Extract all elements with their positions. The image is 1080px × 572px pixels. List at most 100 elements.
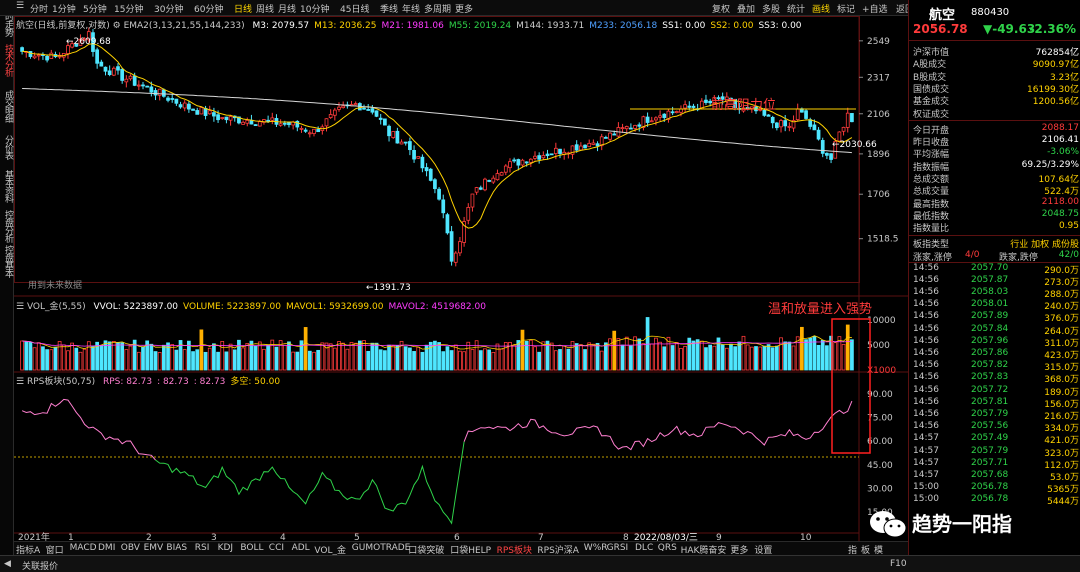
- volume-bar: [816, 344, 821, 371]
- volume-bar: [762, 345, 767, 371]
- indicator-tab-9[interactable]: BOLL: [240, 543, 263, 553]
- period-tab-1[interactable]: 1分钟: [52, 2, 76, 15]
- volume-bar: [428, 341, 433, 371]
- indicator-tab-3[interactable]: DMI: [98, 543, 115, 553]
- indicator-tab-11[interactable]: ADL: [292, 543, 310, 553]
- indicator-tab-20[interactable]: DLC: [635, 543, 653, 553]
- indicator-tab-2[interactable]: MACD: [70, 543, 97, 553]
- indicator-tab-19[interactable]: GRSI: [607, 543, 629, 553]
- period-tab-9[interactable]: 10分钟: [300, 2, 329, 15]
- toolbar-button-0[interactable]: 复权: [712, 2, 730, 15]
- stat-value: 0.95: [1058, 221, 1079, 232]
- toolbar-button-2[interactable]: 多股: [762, 2, 780, 15]
- volume-bar: [587, 342, 592, 371]
- indicator-tab-13[interactable]: GUMOTRADE: [352, 543, 411, 553]
- stat-row: 昨日收盘 2106.41: [913, 135, 1079, 148]
- indicator-tab-6[interactable]: BIAS: [166, 543, 187, 553]
- period-tab-3[interactable]: 15分钟: [114, 2, 143, 15]
- volume-bar: [57, 341, 62, 371]
- period-tab-4[interactable]: 30分钟: [154, 2, 183, 15]
- period-tab-7[interactable]: 周线: [256, 2, 274, 15]
- chart-area[interactable]: 2549 2317 2106 1896 1706 1518.5 ←2609.68 ←1391.…: [14, 16, 908, 543]
- tick-row: 14:56 2057.86 423.0万: [913, 348, 1079, 361]
- volume-bar: [387, 344, 391, 371]
- period-tab-10[interactable]: 45日线: [340, 2, 369, 15]
- volume-bar: [595, 342, 600, 371]
- period-tab-5[interactable]: 60分钟: [194, 2, 223, 15]
- volume-bar: [49, 349, 54, 371]
- toolbar-button-3[interactable]: 统计: [787, 2, 805, 15]
- indicator-tab-21[interactable]: QRS: [658, 543, 677, 553]
- volume-bar: [604, 342, 608, 371]
- candle-body: [111, 67, 116, 76]
- tick-row: 14:56 2057.82 315.0万: [913, 360, 1079, 373]
- left-tab-strip: 分时走势 技术分析 成交明细 分价表 基本资料 控盘分析 控盘基本: [0, 0, 14, 572]
- candle-body: [558, 148, 562, 154]
- volume-bar: [699, 340, 704, 371]
- volume-bar: [737, 341, 742, 371]
- left-tab-3[interactable]: 分价表: [1, 135, 13, 159]
- period-tab-13[interactable]: 多周期: [424, 2, 451, 15]
- candle-body: [633, 125, 637, 129]
- stat-value: 3.23亿: [1049, 72, 1079, 83]
- sector-type-value[interactable]: 行业 加权 成份股: [1010, 237, 1079, 250]
- indicator-tab-4[interactable]: OBV: [121, 543, 140, 553]
- volume-bar: [562, 345, 567, 371]
- vol-menu-icon[interactable]: ☰: [16, 302, 27, 312]
- tick-time: 15:00: [913, 494, 939, 505]
- index-code: 880430: [971, 7, 1010, 18]
- toolbar-button-5[interactable]: 标记: [837, 2, 855, 15]
- volume-bar: [654, 337, 658, 371]
- period-tab-6[interactable]: 日线: [234, 2, 252, 15]
- left-tab-5[interactable]: 控盘分析: [1, 210, 13, 242]
- left-tab-4[interactable]: 基本资料: [1, 170, 13, 202]
- indicator-tab-7[interactable]: RSI: [195, 543, 210, 553]
- toolbar-button-4[interactable]: 画线: [812, 2, 830, 15]
- candle-body: [574, 144, 579, 151]
- indicator-tab-10[interactable]: CCI: [269, 543, 284, 553]
- candle-body: [420, 156, 425, 169]
- candle-body: [553, 147, 558, 154]
- sound-icon[interactable]: ◀: [4, 559, 11, 569]
- period-tab-8[interactable]: 月线: [278, 2, 296, 15]
- volume-bar: [841, 343, 846, 371]
- volume-bar: [749, 346, 754, 371]
- indicator-tab-18[interactable]: W%R: [584, 543, 608, 553]
- volume-bar: [266, 344, 270, 371]
- indicator-tab-8[interactable]: KDJ: [218, 543, 234, 553]
- main-legend: 航空(日线,前复权,对数) ⚙ EMA2(3,13,21,55,144,233)…: [16, 18, 802, 31]
- period-tab-14[interactable]: 更多: [455, 2, 473, 15]
- volume-bar: [253, 345, 258, 371]
- gear-icon[interactable]: ⚙: [113, 21, 124, 31]
- candle-body: [453, 252, 458, 263]
- candle-body: [491, 177, 496, 183]
- candle-body: [253, 124, 258, 127]
- candle-body: [408, 141, 412, 151]
- period-tab-12[interactable]: 年线: [402, 2, 420, 15]
- toolbar-button-6[interactable]: +自选: [862, 2, 888, 15]
- volume-bar: [412, 351, 416, 371]
- period-tab-11[interactable]: 季线: [380, 2, 398, 15]
- candle-body: [374, 110, 379, 117]
- candle-body: [629, 127, 633, 130]
- status-left[interactable]: 关联报价: [22, 559, 58, 572]
- left-tab-1[interactable]: 技术分析: [1, 44, 13, 76]
- indicator-tab-5[interactable]: EMV: [144, 543, 164, 553]
- rps-menu-icon[interactable]: ☰: [16, 377, 27, 387]
- period-tab-2[interactable]: 5分钟: [83, 2, 107, 15]
- left-tab-6[interactable]: 控盘基本: [1, 245, 13, 277]
- volume-bar: [32, 347, 37, 371]
- status-right[interactable]: F10: [890, 559, 907, 569]
- left-tab-2[interactable]: 成交明细: [1, 90, 13, 122]
- volume-bar: [36, 342, 41, 371]
- stat-row: 总成交额 107.64亿: [913, 172, 1079, 185]
- tick-price: 2057.70: [971, 262, 1009, 273]
- candle-body: [533, 155, 537, 159]
- candle-body: [266, 119, 270, 122]
- period-tab-0[interactable]: 分时: [30, 2, 48, 15]
- toolbar-button-1[interactable]: 叠加: [737, 2, 755, 15]
- toolbar-menu-icon[interactable]: ☰: [16, 1, 24, 11]
- stat-row: 总成交量 522.4万: [913, 184, 1079, 197]
- price-last-label: ←2030.66: [832, 140, 877, 150]
- candle-body: [416, 156, 421, 159]
